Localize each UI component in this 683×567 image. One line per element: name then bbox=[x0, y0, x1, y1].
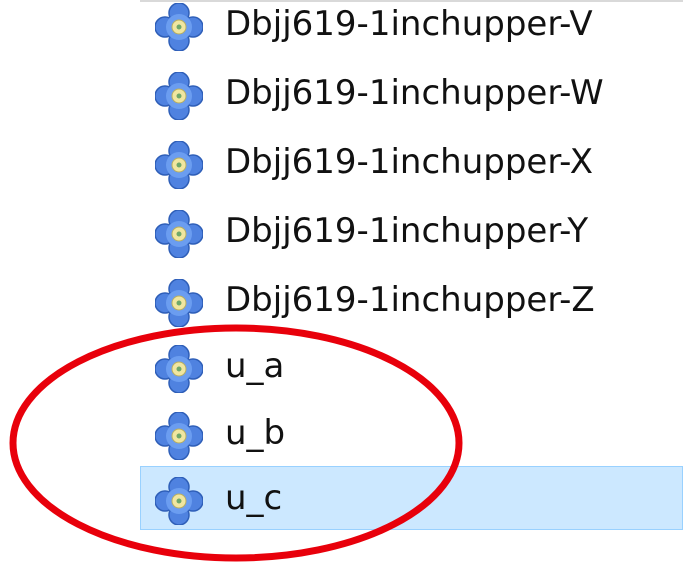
list-item-u-c[interactable]: u_c bbox=[140, 466, 683, 530]
file-name-label: u_a bbox=[225, 346, 285, 386]
font-file-icon bbox=[155, 412, 203, 460]
list-item-dbjj619-1inchupper-w[interactable]: Dbjj619-1inchupper-W bbox=[140, 61, 683, 125]
list-item-dbjj619-1inchupper-y[interactable]: Dbjj619-1inchupper-Y bbox=[140, 199, 683, 263]
file-list: Dbjj619-1inchupper-V Dbjj619-1inchupper-… bbox=[0, 0, 683, 567]
font-file-icon bbox=[155, 72, 203, 120]
file-name-label: Dbjj619-1inchupper-Y bbox=[225, 211, 589, 251]
file-name-label: Dbjj619-1inchupper-X bbox=[225, 142, 593, 182]
list-item-dbjj619-1inchupper-x[interactable]: Dbjj619-1inchupper-X bbox=[140, 130, 683, 194]
font-file-icon bbox=[155, 477, 203, 525]
font-file-icon bbox=[155, 279, 203, 327]
list-item-dbjj619-1inchupper-z[interactable]: Dbjj619-1inchupper-Z bbox=[140, 268, 683, 332]
font-file-icon bbox=[155, 210, 203, 258]
font-file-icon bbox=[155, 141, 203, 189]
file-name-label: u_c bbox=[225, 478, 283, 518]
file-name-label: Dbjj619-1inchupper-W bbox=[225, 73, 604, 113]
font-file-icon bbox=[155, 3, 203, 51]
list-item-u-b[interactable]: u_b bbox=[140, 401, 683, 465]
list-item-dbjj619-1inchupper-v[interactable]: Dbjj619-1inchupper-V bbox=[140, 0, 683, 56]
file-name-label: Dbjj619-1inchupper-V bbox=[225, 4, 593, 44]
file-name-label: Dbjj619-1inchupper-Z bbox=[225, 280, 595, 320]
font-file-icon bbox=[155, 345, 203, 393]
list-item-u-a[interactable]: u_a bbox=[140, 334, 683, 398]
file-name-label: u_b bbox=[225, 413, 286, 453]
